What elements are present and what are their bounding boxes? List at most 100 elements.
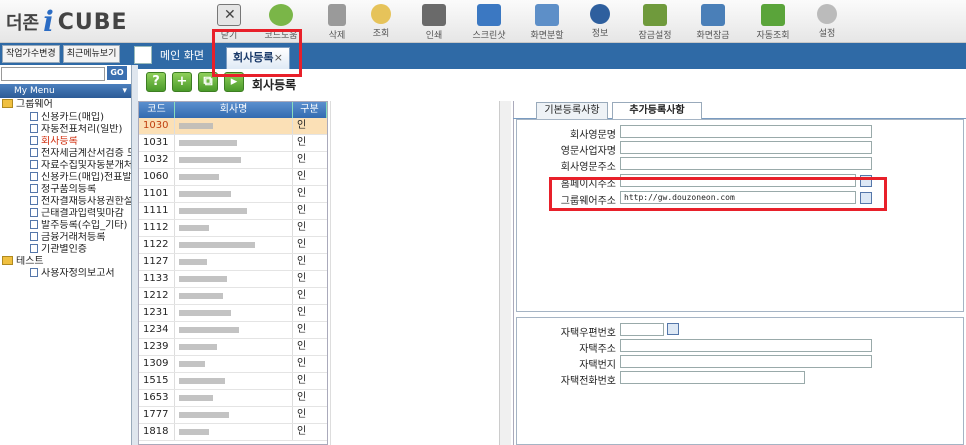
tree-label: 신용카드(매입)전표발 xyxy=(41,172,131,183)
tab-main-screen[interactable]: 메인 화면 xyxy=(160,47,204,65)
tree-item[interactable]: 자료수집및자동분개처 xyxy=(0,160,131,171)
home-zip-field[interactable] xyxy=(620,323,664,336)
company-grid: 코드 회사명 구분 1030 인 1031 인 1032 인 1060 인 1101 인 1111 인… xyxy=(138,101,328,445)
tree-item[interactable]: 청구품의등록 xyxy=(0,184,131,195)
page-icon xyxy=(30,124,38,133)
split-screen-button[interactable]: 화면분할 xyxy=(522,4,572,41)
zip-search-icon[interactable] xyxy=(667,323,679,335)
col-name-header[interactable]: 회사명 xyxy=(175,102,293,118)
groupware-address-field[interactable]: http://gw.douzoneon.com xyxy=(620,191,856,204)
help-button[interactable]: ? xyxy=(146,72,166,92)
settings-button[interactable]: 설정 xyxy=(802,4,852,39)
tree-item[interactable]: 금융거래처등록 xyxy=(0,232,131,243)
print-button[interactable]: 인쇄 xyxy=(409,4,459,41)
table-row[interactable]: 1133 인 xyxy=(139,271,327,288)
eng-address-field[interactable] xyxy=(620,157,872,170)
table-row[interactable]: 1309 인 xyxy=(139,356,327,373)
tree-item-active[interactable]: 회사등록 xyxy=(0,136,131,147)
tree-label: 기관별인증 xyxy=(41,244,87,255)
table-row[interactable]: 1653 인 xyxy=(139,390,327,407)
lock-settings-button[interactable]: 잠금설정 xyxy=(630,4,680,41)
eng-business-name-field[interactable] xyxy=(620,141,872,154)
home-link-icon[interactable] xyxy=(860,175,872,187)
go-button[interactable]: GO xyxy=(107,66,127,80)
tree-item[interactable]: 자동전표처리(일반) xyxy=(0,124,131,135)
table-row[interactable]: 1231 인 xyxy=(139,305,327,322)
chevron-down-icon: ▾ xyxy=(122,86,127,96)
table-row[interactable]: 1234 인 xyxy=(139,322,327,339)
tree-item[interactable]: 근태결과입력및마감 xyxy=(0,208,131,219)
col-type-header[interactable]: 구분 xyxy=(293,102,327,118)
cell-code: 1133 xyxy=(139,271,175,287)
tree-folder-test[interactable]: 테스트 xyxy=(0,256,131,267)
menu-search-input[interactable] xyxy=(1,67,105,81)
page-icon xyxy=(30,196,38,205)
tree-folder-groupware[interactable]: 그룹웨어 xyxy=(0,99,131,110)
work-count-button[interactable]: 작업가수변경 xyxy=(2,45,60,63)
close-button[interactable]: ✕ 닫기 xyxy=(204,4,254,41)
tab-company-registration[interactable]: 회사등록 × xyxy=(226,47,290,69)
homepage-field[interactable] xyxy=(620,174,856,187)
search-button[interactable]: 조회 xyxy=(356,4,406,39)
table-row[interactable]: 1032 인 xyxy=(139,152,327,169)
home-address-field[interactable] xyxy=(620,339,872,352)
tree-item[interactable]: 전자세금계산서검증 도 xyxy=(0,148,131,159)
tree-item[interactable]: 기관별인증 xyxy=(0,244,131,255)
table-row[interactable]: 1111 인 xyxy=(139,203,327,220)
screen-lock-label: 화면잠금 xyxy=(696,31,730,41)
table-row[interactable]: 1212 인 xyxy=(139,288,327,305)
run-button[interactable]: ▸ xyxy=(224,72,244,92)
table-row[interactable]: 1515 인 xyxy=(139,373,327,390)
info-button[interactable]: 정보 xyxy=(575,4,625,39)
tree-item[interactable]: 신용카드(매입)전표발 xyxy=(0,172,131,183)
table-row[interactable]: 1239 인 xyxy=(139,339,327,356)
table-row[interactable]: 1112 인 xyxy=(139,220,327,237)
table-row[interactable]: 1127 인 xyxy=(139,254,327,271)
tab-extra-info[interactable]: 추가등록사항 xyxy=(612,102,702,120)
tab-close-icon[interactable]: × xyxy=(274,48,283,68)
page-icon xyxy=(30,112,38,121)
code-help-button[interactable]: 코드도움 xyxy=(256,4,306,41)
home-icon[interactable] xyxy=(134,46,152,64)
logo-product-text: CUBE xyxy=(57,9,128,35)
home-link-icon[interactable] xyxy=(860,192,872,204)
tree-item[interactable]: 전자결재등사용권한설 xyxy=(0,196,131,207)
col-code-header[interactable]: 코드 xyxy=(139,102,175,118)
eng-company-name-field[interactable] xyxy=(620,125,872,138)
tab-company-label: 회사등록 xyxy=(233,51,274,64)
home-street-no-field[interactable] xyxy=(620,355,872,368)
top-toolbar: 더존 i CUBE ✕ 닫기 코드도움 삭제 조회 인쇄 스크린샷 화면분할 정보… xyxy=(0,0,966,43)
tree-item[interactable]: 신용카드(매입) xyxy=(0,112,131,123)
info-icon xyxy=(590,4,610,24)
copy-button[interactable]: ⧉ xyxy=(198,72,218,92)
table-row[interactable]: 1030 인 xyxy=(139,118,327,135)
cell-code: 1239 xyxy=(139,339,175,355)
table-row[interactable]: 1777 인 xyxy=(139,407,327,424)
tab-basic-info[interactable]: 기본등록사항 xyxy=(536,102,608,119)
add-button[interactable]: + xyxy=(172,72,192,92)
split-screen-icon xyxy=(535,4,559,26)
auto-query-button[interactable]: 자동조회 xyxy=(748,4,798,41)
table-row[interactable]: 1060 인 xyxy=(139,169,327,186)
table-row[interactable]: 1122 인 xyxy=(139,237,327,254)
delete-button[interactable]: 삭제 xyxy=(312,4,362,41)
table-row[interactable]: 1031 인 xyxy=(139,135,327,152)
table-row[interactable]: 1101 인 xyxy=(139,186,327,203)
table-row[interactable]: 1818 인 xyxy=(139,424,327,441)
home-phone-field[interactable] xyxy=(620,371,805,384)
tree-label: 회사등록 xyxy=(41,136,78,147)
recent-menu-button[interactable]: 최근메뉴보기 xyxy=(62,45,121,63)
copy-icon: ⧉ xyxy=(203,74,213,89)
folder-icon xyxy=(2,256,13,265)
cell-company-name xyxy=(175,288,293,304)
screen-lock-button[interactable]: 화면잠금 xyxy=(688,4,738,41)
cell-type: 인 xyxy=(297,205,307,216)
cell-type: 인 xyxy=(297,392,307,403)
scrollbar[interactable] xyxy=(499,101,511,445)
my-menu-header[interactable]: My Menu ▾ xyxy=(0,84,131,98)
tree-item[interactable]: 발주등록(수입_기타) xyxy=(0,220,131,231)
page-icon xyxy=(30,220,38,229)
cell-type: 인 xyxy=(297,222,307,233)
tree-item[interactable]: 사용자정의보고서 xyxy=(0,268,131,279)
screenshot-button[interactable]: 스크린샷 xyxy=(464,4,514,41)
